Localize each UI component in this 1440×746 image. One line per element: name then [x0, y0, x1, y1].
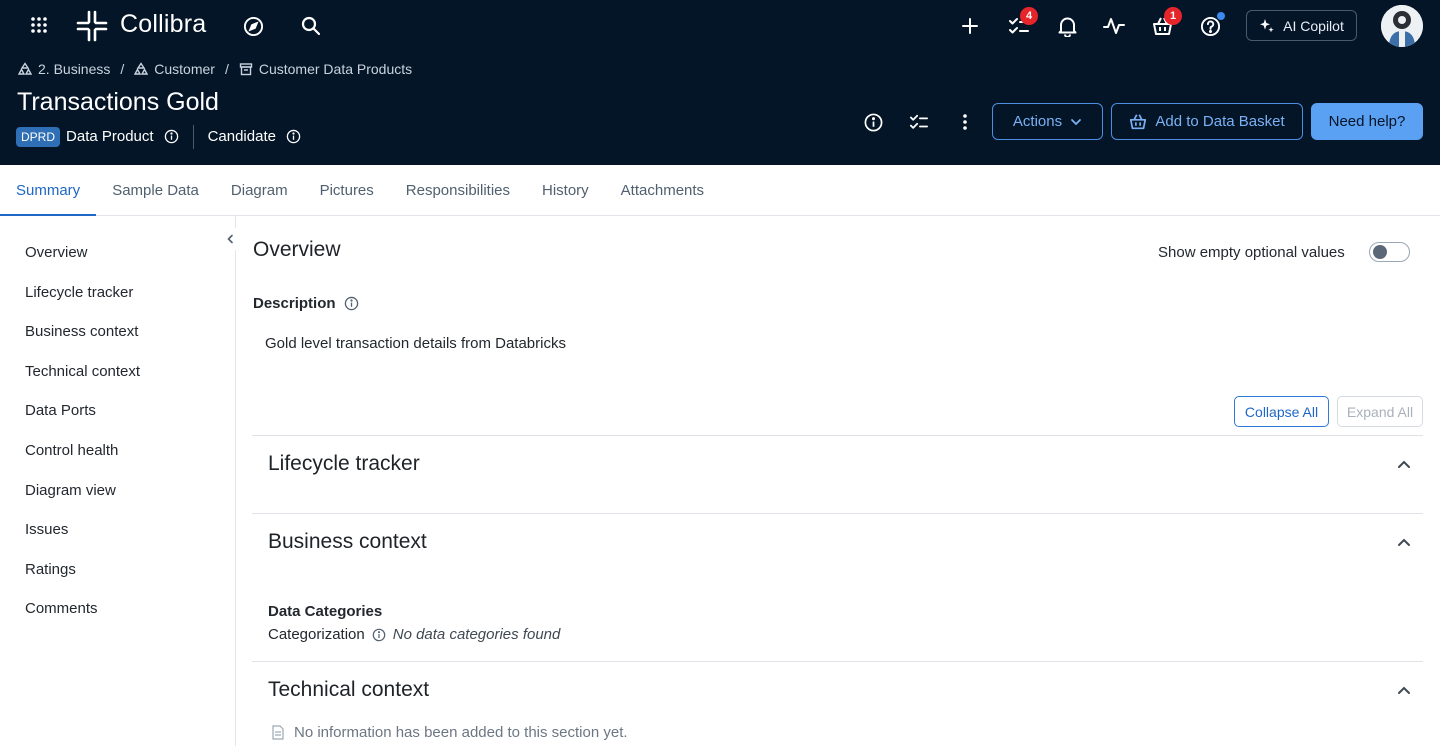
- chevron-left-icon: [227, 234, 233, 244]
- copilot-label: AI Copilot: [1283, 17, 1344, 34]
- need-help-button[interactable]: Need help?: [1311, 103, 1423, 140]
- tab-summary[interactable]: Summary: [0, 165, 97, 216]
- chevron-up-icon[interactable]: [1397, 682, 1411, 700]
- tab-pictures[interactable]: Pictures: [304, 165, 390, 215]
- asset-type-label[interactable]: Data Product: [66, 128, 154, 145]
- tab-diagram[interactable]: Diagram: [215, 165, 304, 215]
- checklist-icon[interactable]: [908, 111, 930, 133]
- categorization-value: No data categories found: [392, 626, 561, 643]
- add-to-data-basket-button[interactable]: Add to Data Basket: [1111, 103, 1303, 140]
- description-value[interactable]: Gold level transaction details from Data…: [265, 335, 566, 352]
- collibra-logo-icon[interactable]: [74, 8, 110, 44]
- tab-responsibilities[interactable]: Responsibilities: [390, 165, 526, 215]
- breadcrumb-item-business[interactable]: 2. Business: [18, 61, 110, 77]
- sidebar-item-technical-context[interactable]: Technical context: [25, 363, 140, 380]
- toggle-knob: [1373, 245, 1387, 259]
- summary-content: Overview Show empty optional values Desc…: [236, 216, 1440, 746]
- sidebar-item-business-context[interactable]: Business context: [25, 323, 138, 340]
- info-icon[interactable]: [862, 111, 884, 133]
- activity-icon[interactable]: [1102, 14, 1126, 38]
- tab-attachments[interactable]: Attachments: [605, 165, 720, 215]
- actions-label: Actions: [1012, 113, 1063, 130]
- breadcrumb-separator: /: [120, 61, 125, 77]
- breadcrumb: 2. Business / Customer / Customer Data P…: [18, 61, 412, 77]
- info-icon[interactable]: [286, 129, 301, 144]
- sidebar-item-overview[interactable]: Overview: [25, 244, 88, 261]
- sidebar-item-issues[interactable]: Issues: [25, 521, 68, 538]
- expand-all-button[interactable]: Expand All: [1337, 396, 1423, 427]
- collapse-all-button[interactable]: Collapse All: [1234, 396, 1329, 427]
- search-icon[interactable]: [299, 14, 323, 38]
- info-icon[interactable]: [344, 296, 359, 311]
- chevron-down-icon: [1071, 118, 1081, 125]
- asset-tabs: Summary Sample Data Diagram Pictures Res…: [0, 165, 1440, 216]
- categorization-field: Categorization No data categories found: [268, 626, 560, 643]
- global-nav: Collibra 4 1 AI Copilot: [0, 0, 1440, 52]
- chevron-up-icon[interactable]: [1397, 456, 1411, 474]
- plus-icon[interactable]: [958, 14, 982, 38]
- ai-copilot-button[interactable]: AI Copilot: [1246, 10, 1357, 41]
- page-title: Transactions Gold: [17, 88, 219, 116]
- breadcrumb-separator: /: [224, 61, 229, 77]
- info-icon[interactable]: [372, 628, 386, 642]
- breadcrumb-item-customer-data-products[interactable]: Customer Data Products: [239, 61, 412, 77]
- bell-icon[interactable]: [1055, 14, 1079, 38]
- sidebar-item-data-ports[interactable]: Data Ports: [25, 402, 96, 419]
- data-basket-icon: [1130, 114, 1147, 130]
- user-avatar[interactable]: [1381, 5, 1423, 47]
- section-title[interactable]: Business context: [268, 530, 427, 554]
- categorization-label: Categorization: [268, 626, 365, 643]
- apps-grid-icon[interactable]: [28, 14, 50, 36]
- description-label: Description: [253, 295, 359, 312]
- tab-history[interactable]: History: [526, 165, 605, 215]
- help-dot-indicator: [1217, 12, 1225, 20]
- community-icon: [134, 62, 149, 75]
- chevron-up-icon[interactable]: [1397, 534, 1411, 552]
- tab-sample-data[interactable]: Sample Data: [96, 165, 215, 215]
- lifecycle-tracker-section: Lifecycle tracker: [252, 435, 1423, 513]
- sidebar-item-ratings[interactable]: Ratings: [25, 561, 76, 578]
- technical-context-section: Technical context No information has bee…: [252, 661, 1423, 746]
- asset-header: Collibra 4 1 AI Copilot 2. Business / Cu…: [0, 0, 1440, 165]
- overview-heading: Overview: [253, 238, 341, 261]
- sidebar-item-lifecycle-tracker[interactable]: Lifecycle tracker: [25, 284, 133, 301]
- info-icon[interactable]: [164, 129, 179, 144]
- compass-icon[interactable]: [241, 14, 265, 38]
- business-context-section: Business context Data Categories Categor…: [252, 513, 1423, 661]
- empty-section-note: No information has been added to this se…: [272, 724, 628, 741]
- actions-dropdown-button[interactable]: Actions: [992, 103, 1103, 140]
- more-options-icon[interactable]: [954, 111, 976, 133]
- tasks-count-badge: 4: [1020, 7, 1038, 25]
- breadcrumb-item-customer[interactable]: Customer: [134, 61, 215, 77]
- asset-type-badge: DPRD: [16, 126, 61, 147]
- data-categories-label: Data Categories: [268, 603, 383, 620]
- show-empty-values-label: Show empty optional values: [1158, 244, 1345, 261]
- basket-label: Add to Data Basket: [1155, 113, 1285, 130]
- document-icon: [272, 725, 284, 740]
- domain-icon: [239, 63, 253, 76]
- section-title[interactable]: Technical context: [268, 678, 429, 702]
- section-title[interactable]: Lifecycle tracker: [268, 452, 420, 476]
- sidebar-item-control-health[interactable]: Control health: [25, 442, 118, 459]
- asset-status[interactable]: Candidate: [208, 128, 276, 145]
- basket-count-badge: 1: [1164, 7, 1182, 25]
- community-icon: [18, 62, 32, 75]
- show-empty-values-toggle[interactable]: [1369, 242, 1410, 262]
- sparkle-icon: [1260, 18, 1274, 32]
- app-name[interactable]: Collibra: [120, 10, 206, 39]
- asset-meta: DPRD Data Product Candidate: [16, 124, 301, 149]
- meta-divider: [192, 124, 194, 149]
- sidebar-item-comments[interactable]: Comments: [25, 600, 98, 617]
- sidebar-item-diagram-view[interactable]: Diagram view: [25, 482, 116, 499]
- section-nav: Overview Lifecycle tracker Business cont…: [0, 216, 236, 746]
